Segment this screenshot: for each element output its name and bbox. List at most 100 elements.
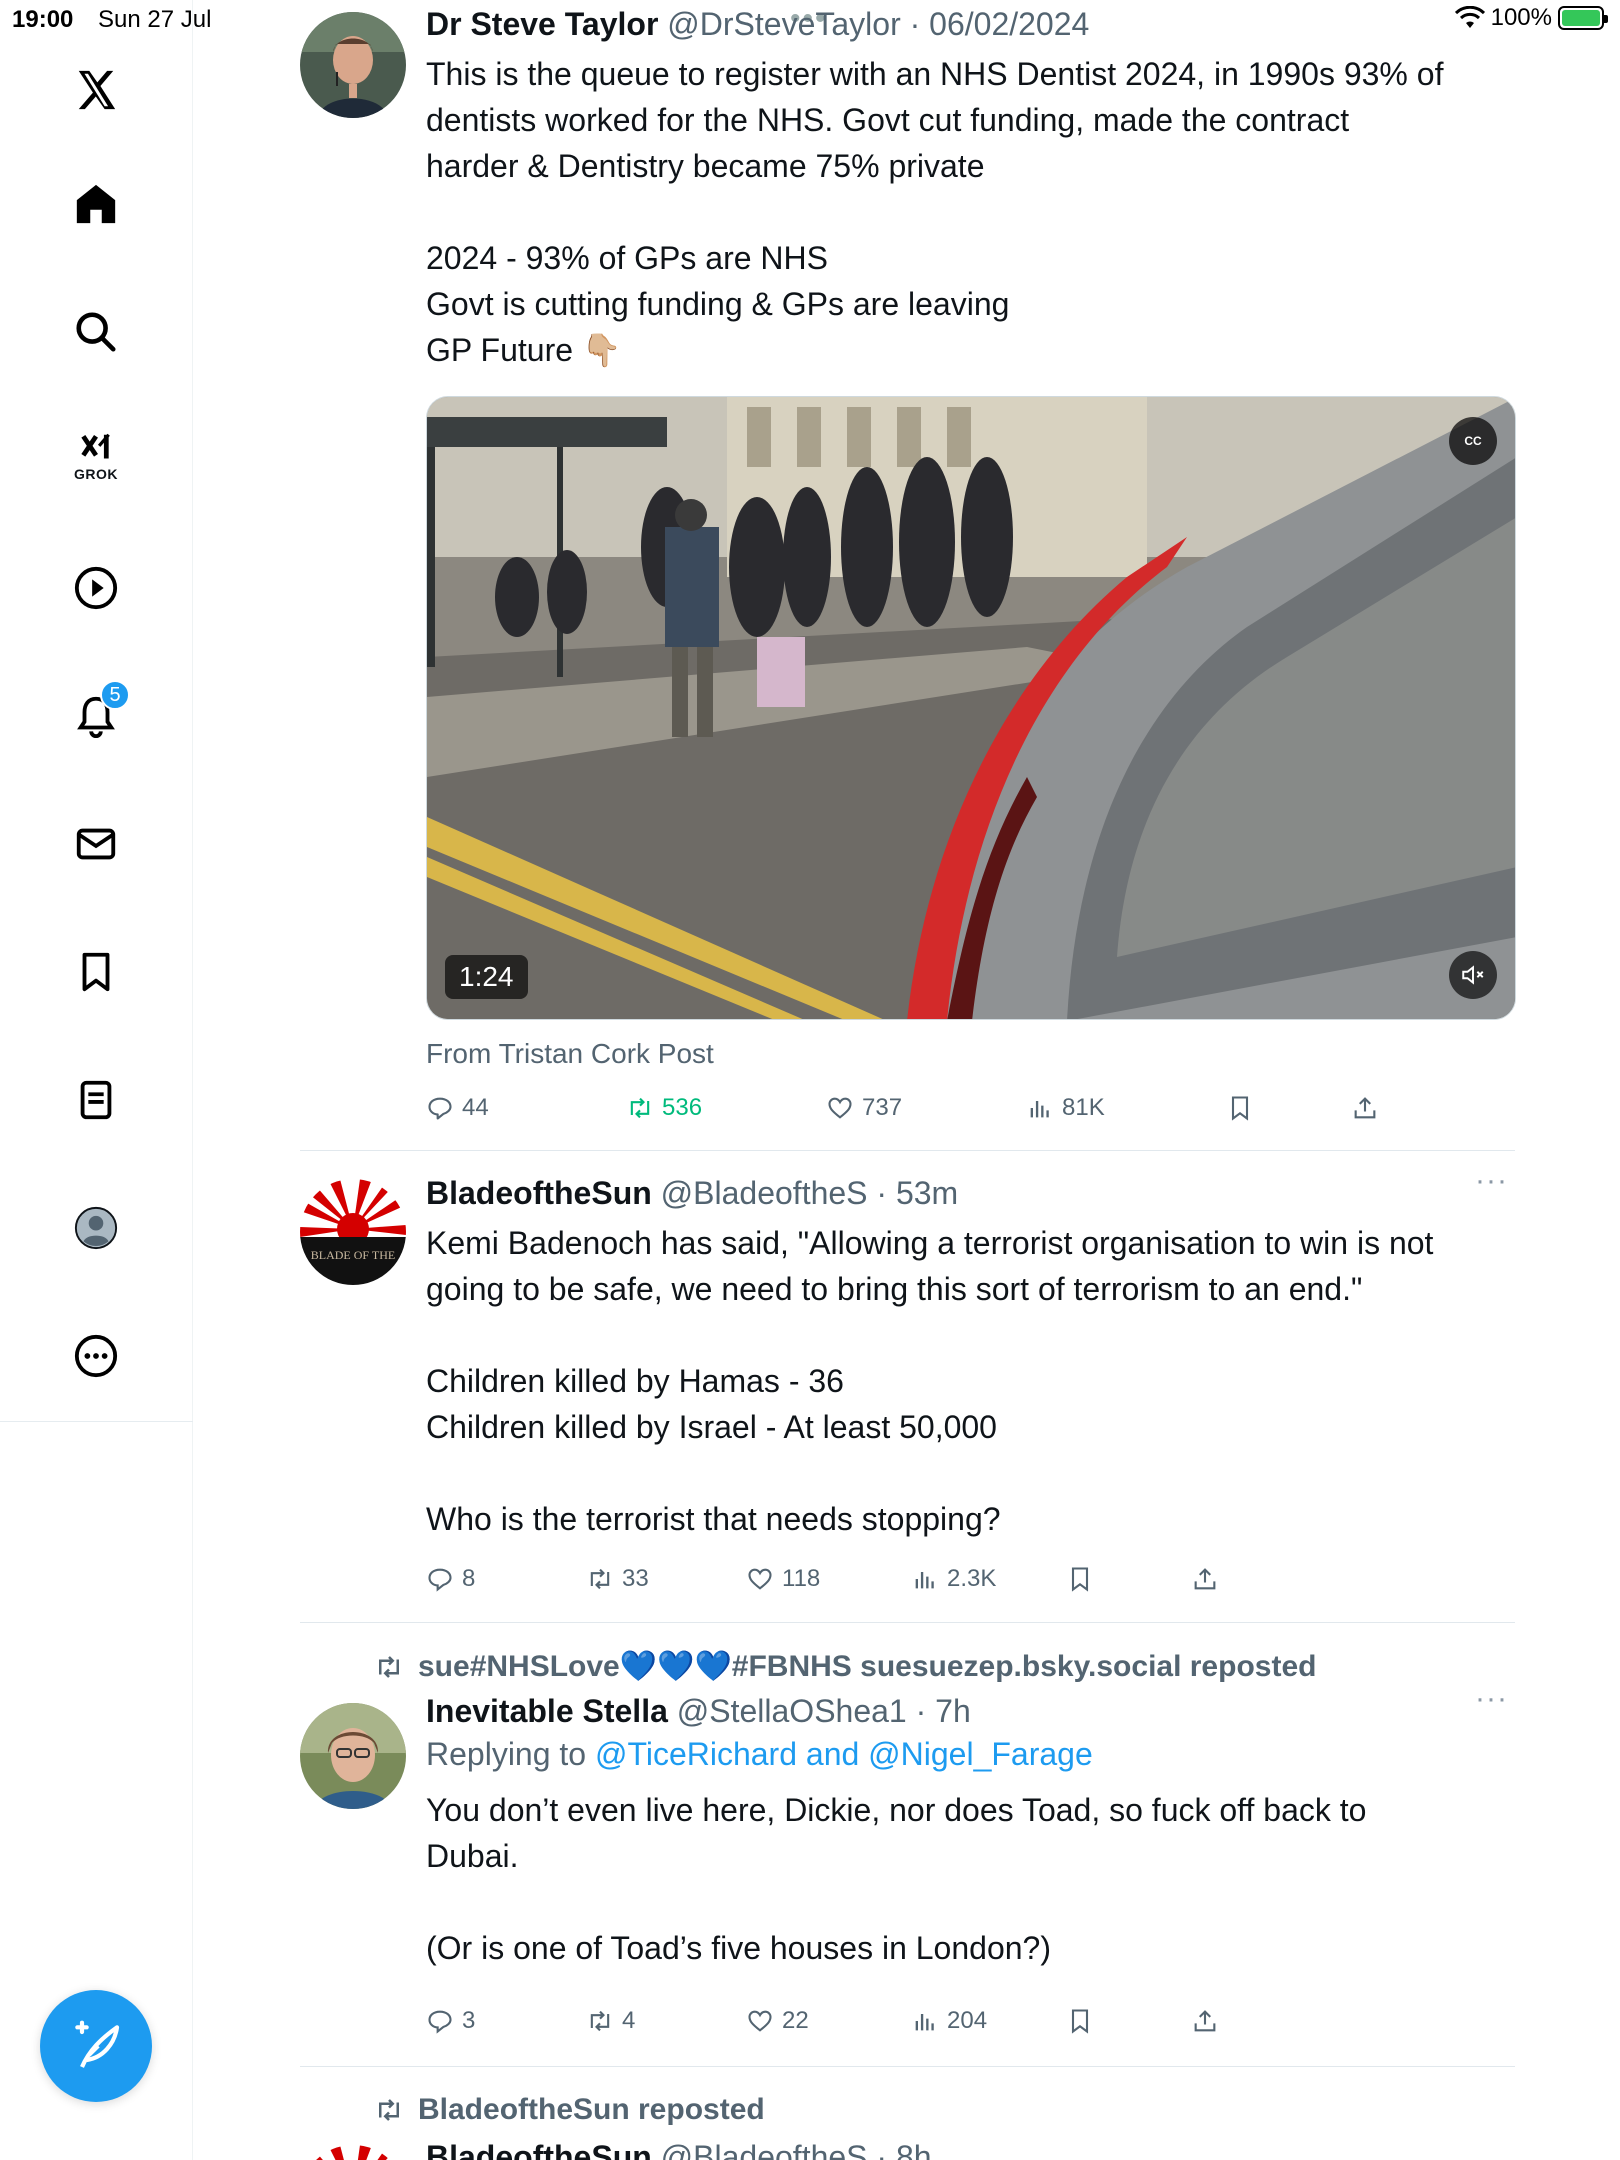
header-separator: · <box>867 2139 896 2160</box>
author-name[interactable]: Inevitable Stella <box>426 1693 668 1729</box>
author-handle[interactable]: @StellaOShea1 <box>677 1693 907 1729</box>
tweet-text: This is the queue to register with an NH… <box>426 51 1516 373</box>
tweet-header: Dr Steve Taylor @DrSteveTaylor · 06/02/2… <box>426 6 1516 43</box>
heart-icon <box>748 1568 772 1590</box>
tweet-text-line: Children killed by Hamas - 36 <box>426 1363 844 1399</box>
views-button[interactable]: 204 <box>911 2001 987 2041</box>
more-options-icon[interactable] <box>66 1326 126 1386</box>
tweet-body: BladeoftheSun @BladeoftheS · 53m Kemi Ba… <box>426 1175 1516 1542</box>
like-count: 737 <box>862 1094 903 1121</box>
compose-post-button[interactable] <box>40 1990 152 2102</box>
reply-button[interactable]: 8 <box>426 1559 475 1599</box>
share-icon <box>1194 1568 1216 1590</box>
tweet-divider <box>300 1622 1515 1623</box>
repost-indicator: sue#NHSLove💙💙💙#FBNHS suesuezep.bsky.soci… <box>374 1649 1316 1684</box>
video-thumbnail <box>427 397 1515 1019</box>
sidebar: GROK 5 <box>0 0 193 2160</box>
tweet-text-line: GP Future 👇🏼 <box>426 332 622 368</box>
video-player[interactable]: CC 1:24 <box>426 396 1516 1020</box>
video-attribution[interactable]: From Tristan Cork Post <box>426 1038 714 1070</box>
like-button[interactable]: 118 <box>746 1559 820 1599</box>
tweet-text-line: 2024 - 93% of GPs are NHS <box>426 240 828 276</box>
avatar[interactable]: BLADE OF THE <box>300 1179 406 1285</box>
views-button[interactable]: 2.3K <box>911 1559 996 1599</box>
compose-feather-icon <box>75 2020 120 2068</box>
bookmark-button[interactable] <box>1066 2001 1094 2041</box>
tweet-timestamp[interactable]: 8h <box>896 2139 932 2160</box>
repost-count: 4 <box>622 2007 636 2034</box>
tweet-text-line <box>426 1450 1516 1496</box>
header-separator: · <box>900 6 930 42</box>
tweet-body: BladeoftheSun @BladeoftheS · 8h <box>426 2139 1515 2160</box>
x-logo-icon[interactable] <box>66 60 126 120</box>
avatar[interactable] <box>300 1703 406 1809</box>
tweet-text-line: This is the queue to register with an NH… <box>426 56 1444 92</box>
replying-to-users[interactable]: @TiceRichard and @Nigel_Farage <box>595 1736 1093 1772</box>
repost-button[interactable]: 536 <box>626 1088 702 1128</box>
tweet-text-line <box>426 1879 1516 1925</box>
mute-toggle-icon[interactable] <box>1449 951 1497 999</box>
tweet-text-line: Who is the terrorist that needs stopping… <box>426 1501 1001 1537</box>
author-name[interactable]: Dr Steve Taylor <box>426 6 658 42</box>
tweet-actions: 8 33 118 2.3K <box>426 1559 1426 1599</box>
reply-button[interactable]: 44 <box>426 1088 489 1128</box>
grok-icon[interactable]: GROK <box>66 426 126 486</box>
captions-button[interactable]: CC <box>1449 417 1497 465</box>
repost-button[interactable]: 4 <box>586 2001 635 2041</box>
notifications-icon[interactable]: 5 <box>66 680 130 746</box>
home-icon[interactable] <box>66 174 126 234</box>
tweet-text-line: (Or is one of Toad’s five houses in Lond… <box>426 1930 1051 1966</box>
author-handle[interactable]: @BladeoftheS <box>661 1175 868 1211</box>
video-icon[interactable] <box>66 558 126 618</box>
tweet-text: You don’t even live here, Dickie, nor do… <box>426 1787 1516 1971</box>
tweet[interactable]: BladeoftheSun reposted BladeoftheSun @Bl… <box>300 2067 1515 2160</box>
repost-icon <box>590 2010 610 2032</box>
like-button[interactable]: 737 <box>826 1088 902 1128</box>
tweet-divider <box>300 1150 1515 1151</box>
views-button[interactable]: 81K <box>1026 1088 1105 1128</box>
views-chart-icon <box>915 1572 934 1589</box>
reply-icon <box>428 1568 452 1592</box>
profile-icon[interactable] <box>66 1198 126 1258</box>
heart-icon <box>748 2010 772 2032</box>
tweet-text-line: harder & Dentistry became 75% private <box>426 148 985 184</box>
avatar[interactable] <box>300 12 406 118</box>
messages-icon[interactable] <box>66 814 126 874</box>
video-duration: 1:24 <box>445 955 528 999</box>
tweet-timestamp[interactable]: 53m <box>896 1175 958 1211</box>
reply-button[interactable]: 3 <box>426 2001 475 2041</box>
lists-icon[interactable] <box>66 1070 126 1130</box>
avatar[interactable] <box>300 2145 406 2160</box>
reply-count: 3 <box>462 2007 476 2034</box>
like-button[interactable]: 22 <box>746 2001 809 2041</box>
tweet-text-line: dentists worked for the NHS. Govt cut fu… <box>426 102 1350 138</box>
notifications-badge: 5 <box>100 680 130 710</box>
reposted-by-text[interactable]: BladeoftheSun reposted <box>418 2093 765 2127</box>
like-count: 22 <box>782 2007 809 2034</box>
repost-icon <box>630 1097 650 1119</box>
bookmark-button[interactable] <box>1066 1559 1094 1599</box>
tweet-header: BladeoftheSun @BladeoftheS · 8h <box>426 2139 1515 2160</box>
share-button[interactable] <box>1191 2001 1219 2041</box>
share-button[interactable] <box>1191 1559 1219 1599</box>
author-name[interactable]: BladeoftheSun <box>426 1175 652 1211</box>
author-handle[interactable]: @BladeoftheS <box>661 2139 868 2160</box>
reposted-by-text[interactable]: sue#NHSLove💙💙💙#FBNHS suesuezep.bsky.soci… <box>418 1649 1316 1684</box>
views-count: 204 <box>947 2007 988 2034</box>
bookmark-icon <box>1071 1567 1089 1592</box>
header-separator: · <box>867 1175 896 1211</box>
tweet-timestamp[interactable]: 06/02/2024 <box>929 6 1089 42</box>
tweet-timestamp[interactable]: 7h <box>935 1693 971 1729</box>
repost-icon <box>379 1655 399 1678</box>
bookmarks-icon[interactable] <box>66 942 126 1002</box>
search-icon[interactable] <box>66 302 126 362</box>
author-name[interactable]: BladeoftheSun <box>426 2139 652 2160</box>
replying-to: Replying to @TiceRichard and @Nigel_Fara… <box>426 1736 1516 1773</box>
grok-label: GROK <box>74 466 118 482</box>
repost-button[interactable]: 33 <box>586 1559 649 1599</box>
repost-count: 536 <box>662 1094 703 1121</box>
share-button[interactable] <box>1351 1088 1379 1128</box>
bookmark-button[interactable] <box>1226 1088 1254 1128</box>
author-handle[interactable]: @DrSteveTaylor <box>667 6 900 42</box>
like-count: 118 <box>782 1565 821 1592</box>
